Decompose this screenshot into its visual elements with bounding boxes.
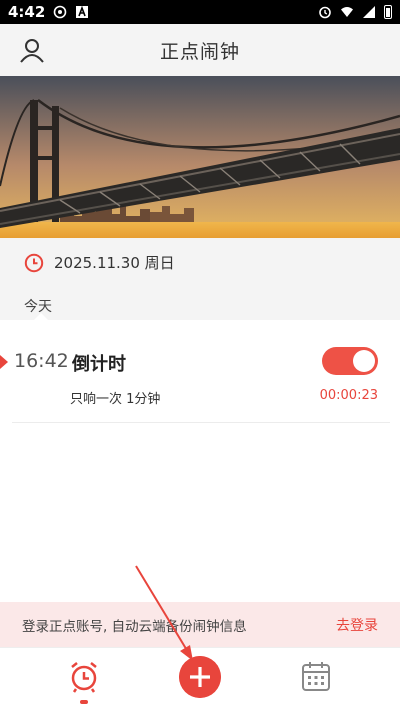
battery-icon — [384, 5, 392, 19]
login-banner-text: 登录正点账号, 自动云端备份闹钟信息 — [22, 618, 247, 635]
alarm-repeat: 只响一次 1分钟 — [70, 392, 161, 407]
app-bar: 正点闹钟 — [0, 24, 400, 76]
alarm-name: 倒计时 — [72, 354, 126, 375]
toggle-knob — [353, 350, 375, 372]
alarm-time: 16:42 — [14, 350, 69, 372]
current-alarm-pointer — [0, 355, 8, 369]
date-section: 2025.11.30 周日 今天 — [0, 238, 400, 320]
login-link[interactable]: 去登录 — [336, 615, 378, 635]
login-banner: 登录正点账号, 自动云端备份闹钟信息 去登录 — [0, 602, 400, 647]
alarm-toggle[interactable] — [322, 347, 378, 375]
active-tab-indicator — [80, 700, 88, 704]
bottom-tab-bar — [0, 647, 400, 709]
alarm-clock-icon[interactable] — [68, 660, 100, 694]
clock-icon — [24, 253, 44, 272]
wifi-icon — [341, 7, 353, 17]
status-bar: 4:42 — [0, 0, 400, 24]
divider — [12, 422, 390, 423]
calendar-icon[interactable] — [301, 660, 331, 692]
a-icon — [76, 5, 89, 18]
page-title: 正点闹钟 — [159, 40, 240, 63]
date-text: 2025.11.30 周日 — [54, 254, 175, 272]
alarm-countdown: 00:00:23 — [319, 388, 378, 403]
signal-icon — [363, 6, 375, 18]
alarm-icon — [319, 6, 331, 19]
hero-image — [0, 76, 400, 238]
user-icon[interactable] — [18, 36, 46, 64]
add-icon[interactable] — [179, 656, 221, 698]
alarm-item[interactable]: 16:42 倒计时 只响一次 1分钟 00:00:23 — [0, 320, 400, 424]
photo-icon — [54, 5, 67, 19]
status-time: 4:42 — [8, 3, 46, 21]
